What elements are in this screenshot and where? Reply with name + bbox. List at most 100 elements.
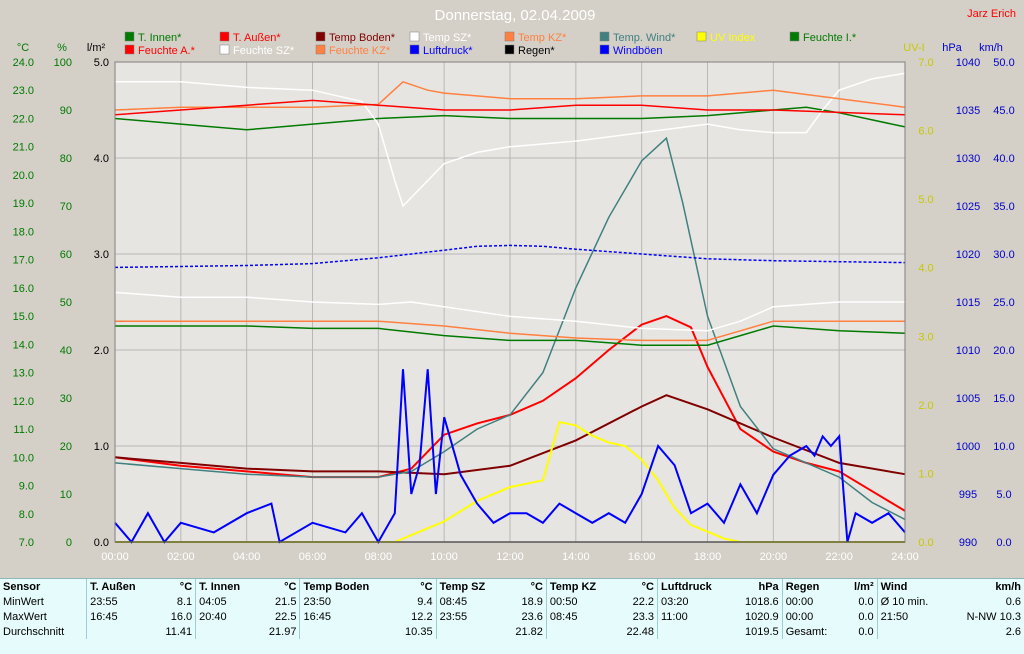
y-tick-label: 13.0 <box>13 368 34 380</box>
y-tick-label: 7.0 <box>918 57 933 69</box>
stats-header-cell: Sensor <box>3 580 41 593</box>
stats-cell: 21:50 <box>876 609 947 624</box>
x-tick-label: 04:00 <box>233 551 261 563</box>
y-tick-label: 0.0 <box>94 537 109 549</box>
y-tick-label: 15.0 <box>993 393 1014 405</box>
stats-cell: 21.5 <box>275 595 297 608</box>
stats-cell <box>86 624 154 639</box>
y-tick-label: 11.0 <box>13 424 34 436</box>
stats-cell <box>195 624 257 639</box>
stats-header-cell: °C <box>530 580 543 593</box>
y-tick-label: 30.0 <box>993 249 1014 261</box>
y-tick-label: 1005 <box>956 393 980 405</box>
legend-swatch <box>124 44 135 55</box>
axis-unit-label: hPa <box>942 42 962 54</box>
stats-cell: 00:50 <box>545 594 614 609</box>
y-tick-label: 45.0 <box>993 105 1014 117</box>
y-tick-label: 20.0 <box>13 170 34 182</box>
legend-label: Feuchte KZ* <box>329 45 391 57</box>
axis-unit-label: UV-I <box>903 42 924 54</box>
legend-swatch <box>504 44 515 55</box>
stats-header-cell: Luftdruck <box>656 579 731 594</box>
y-tick-label: 10.0 <box>13 452 34 464</box>
stats-header-cell: Temp KZ <box>545 579 614 594</box>
y-tick-label: 5.0 <box>918 194 933 206</box>
stats-cell: Ø 10 min. <box>876 594 947 609</box>
legend-label: Regen* <box>518 45 555 57</box>
x-tick-label: 10:00 <box>430 551 458 563</box>
axis-unit-label: l/m² <box>87 42 106 54</box>
stats-header-cell: T. Innen <box>195 579 257 594</box>
stats-cell: MaxWert <box>3 610 47 623</box>
stats-cell <box>876 624 947 639</box>
y-tick-label: 5.0 <box>996 489 1011 501</box>
stats-cell: 00:00 <box>781 609 844 624</box>
stats-cell: 11:00 <box>656 609 731 624</box>
y-tick-label: 50.0 <box>993 57 1014 69</box>
legend-swatch <box>599 44 610 55</box>
y-tick-label: 50 <box>60 297 72 309</box>
legend-label: Luftdruck* <box>423 45 473 57</box>
stats-cell <box>656 624 731 639</box>
legend-label: Temp SZ* <box>423 32 472 44</box>
legend-swatch <box>219 31 230 42</box>
y-tick-label: 1000 <box>956 441 980 453</box>
y-tick-label: 12.0 <box>13 396 34 408</box>
y-tick-label: 1025 <box>956 201 980 213</box>
x-tick-label: 18:00 <box>694 551 722 563</box>
stats-cell: 0.0 <box>858 610 874 623</box>
y-tick-label: 35.0 <box>993 201 1014 213</box>
author-label: Jarz Erich <box>967 8 1016 20</box>
y-tick-label: 9.0 <box>19 481 34 493</box>
stats-header-cell: T. Außen <box>86 579 154 594</box>
legend-swatch <box>599 31 610 42</box>
stats-cell: MinWert <box>3 595 44 608</box>
y-tick-label: 5.0 <box>94 57 109 69</box>
stats-cell: 0.6 <box>1005 595 1021 608</box>
y-tick-label: 2.0 <box>94 345 109 357</box>
y-tick-label: 24.0 <box>13 57 34 69</box>
y-tick-label: 995 <box>959 489 977 501</box>
legend-swatch <box>409 44 420 55</box>
stats-cell: 23.3 <box>632 610 654 623</box>
y-tick-label: 10.0 <box>993 441 1014 453</box>
y-tick-label: 70 <box>60 201 72 213</box>
stats-cell: 22.2 <box>632 595 654 608</box>
legend-label: Temp. Wind* <box>613 32 676 44</box>
y-tick-label: 18.0 <box>13 226 34 238</box>
y-tick-label: 16.0 <box>13 283 34 295</box>
stats-cell: 08:45 <box>435 594 503 609</box>
stats-cell: 22.5 <box>275 610 297 623</box>
statistics-table: Sensor T. Außen °C T. Innen °C Temp Boden °C Te… <box>0 578 1024 654</box>
stats-header-row: Sensor T. Außen °C T. Innen °C Temp Boden °C Te… <box>0 579 1024 594</box>
x-tick-label: 00:00 <box>101 551 129 563</box>
legend-label: Feuchte I.* <box>803 32 857 44</box>
x-tick-label: 02:00 <box>167 551 195 563</box>
y-tick-label: 22.0 <box>13 113 34 125</box>
x-tick-label: 12:00 <box>496 551 524 563</box>
y-tick-label: 4.0 <box>918 263 933 275</box>
y-tick-label: 1.0 <box>94 441 109 453</box>
stats-cell: 08:45 <box>545 609 614 624</box>
stats-row-avg: Durchschnitt 11.41 21.97 10.35 21.82 22.48 101… <box>0 624 1024 639</box>
stats-cell: 11.41 <box>165 625 193 638</box>
stats-cell: 23:55 <box>86 594 154 609</box>
y-tick-label: 10 <box>60 489 72 501</box>
y-tick-label: 3.0 <box>918 331 933 343</box>
stats-cell: 00:00 <box>781 594 844 609</box>
y-tick-label: 15.0 <box>13 311 34 323</box>
y-tick-label: 1010 <box>956 345 980 357</box>
legend-swatch <box>219 44 230 55</box>
stats-header-cell: °C <box>284 580 297 593</box>
x-tick-label: 06:00 <box>299 551 327 563</box>
y-tick-label: 14.0 <box>13 339 34 351</box>
stats-cell: 10.35 <box>405 625 433 638</box>
y-tick-label: 90 <box>60 105 72 117</box>
stats-cell <box>545 624 614 639</box>
y-tick-label: 1030 <box>956 153 980 165</box>
stats-cell: 18.9 <box>521 595 543 608</box>
legend-label: Temp KZ* <box>518 32 567 44</box>
stats-cell: 23:55 <box>435 609 503 624</box>
y-tick-label: 1015 <box>956 297 980 309</box>
y-tick-label: 0.0 <box>918 537 933 549</box>
